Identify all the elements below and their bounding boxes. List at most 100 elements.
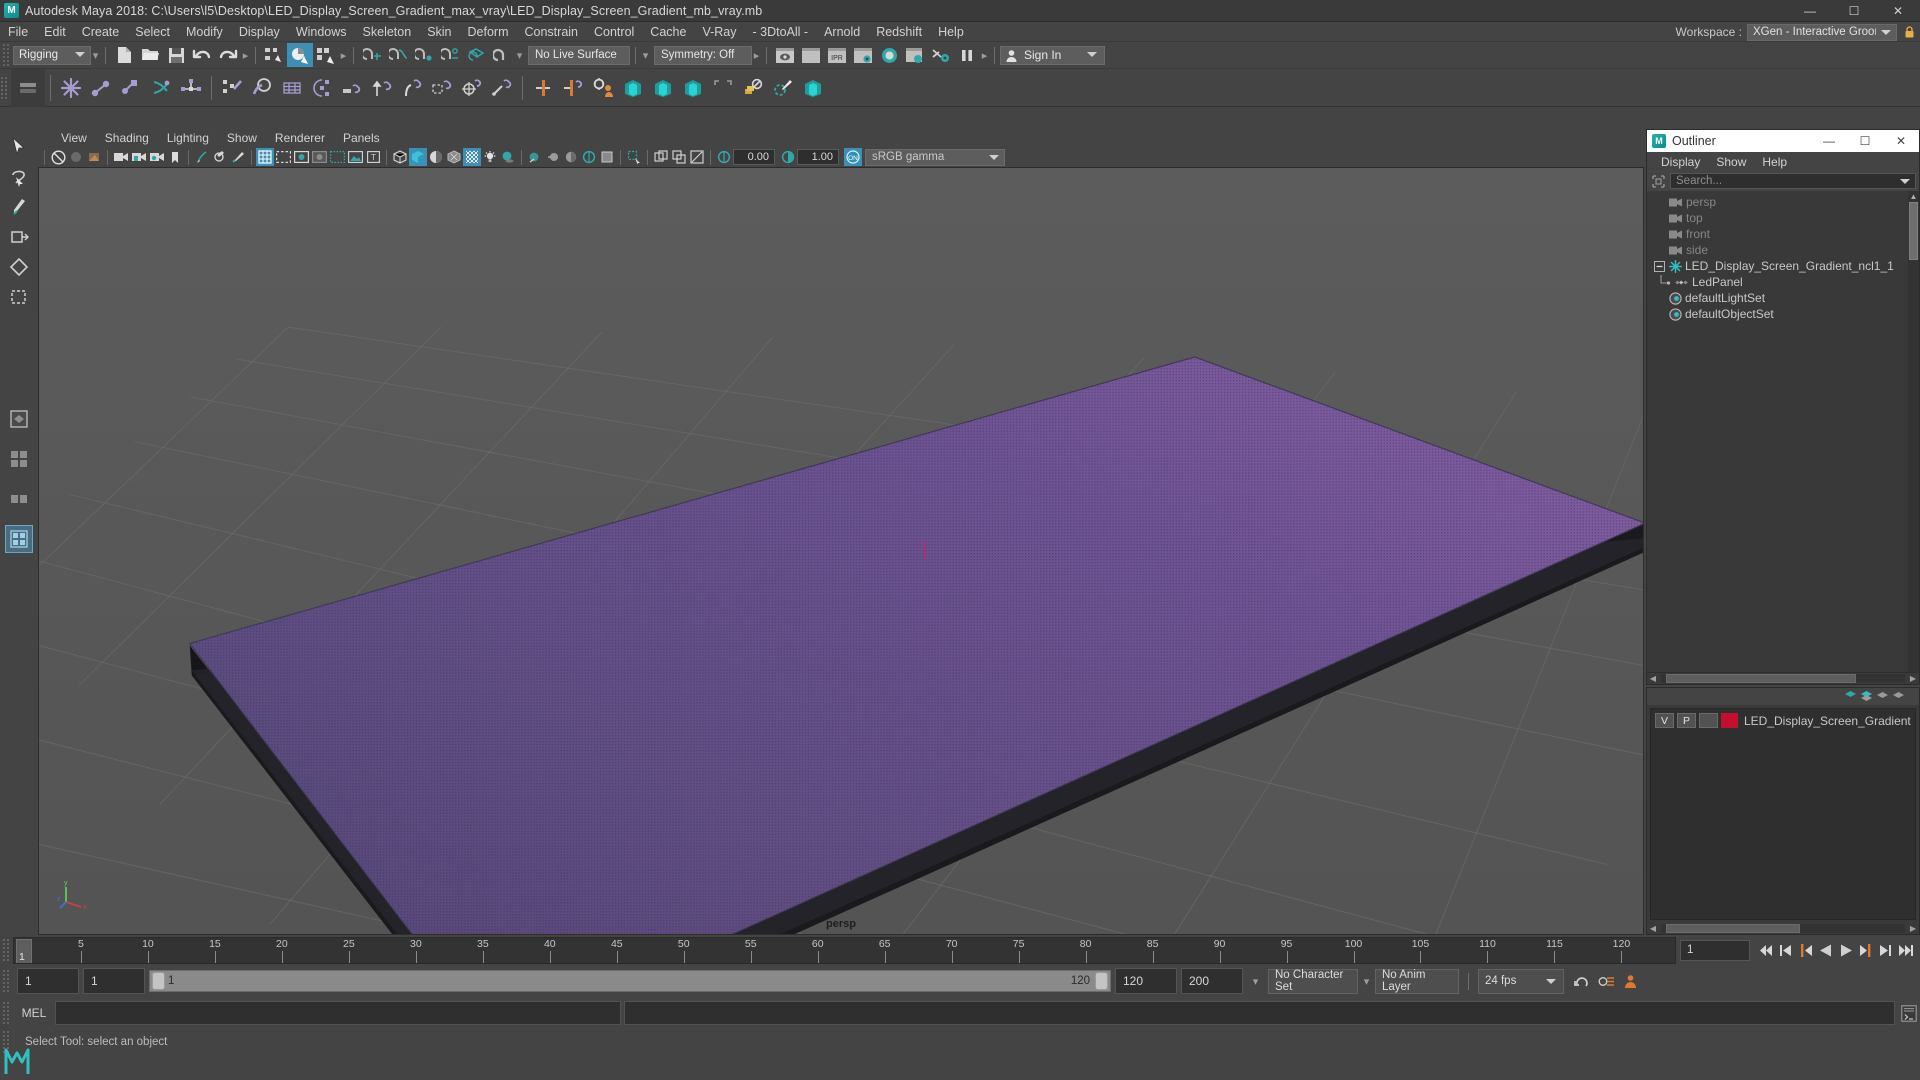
rotate-tool-icon[interactable] (5, 253, 33, 281)
scroll-left-arrow-icon[interactable]: ◀ (1647, 923, 1659, 934)
animation-preferences-icon[interactable] (1596, 969, 1616, 993)
lock-icon[interactable] (1902, 24, 1916, 40)
expand-arrow-icon[interactable]: ▸ (241, 47, 250, 64)
outliner-item-led-display-screen-gradient-ncl1-1[interactable]: LED_Display_Screen_Gradient_ncl1_1 (1647, 258, 1919, 274)
motion-blur-icon[interactable] (544, 148, 562, 166)
two-d-pan-zoom-icon[interactable] (193, 148, 211, 166)
exposure-field[interactable]: 0.00 (733, 149, 775, 165)
time-slider-gripper[interactable] (2, 938, 10, 962)
scroll-left-arrow-icon[interactable]: ◀ (1647, 673, 1659, 684)
menu-deform[interactable]: Deform (460, 22, 517, 42)
menu-vray[interactable]: V-Ray (694, 22, 744, 42)
interactive-bind-icon[interactable] (247, 71, 277, 105)
render-settings-icon[interactable] (850, 43, 876, 67)
maximize-button[interactable]: ☐ (1832, 0, 1876, 22)
expand-arrow-icon[interactable]: ▾ (1362, 973, 1371, 990)
xgen-collection-icon[interactable] (678, 71, 708, 105)
select-by-component-icon[interactable] (313, 43, 339, 67)
redo-icon[interactable] (215, 43, 241, 67)
go-to-start-icon[interactable] (1756, 938, 1776, 962)
select-camera-icon[interactable] (49, 148, 67, 166)
close-button[interactable]: ✕ (1876, 0, 1920, 22)
color-management-dropdown[interactable]: sRGB gamma (865, 148, 1005, 166)
current-frame-field[interactable]: 1 (1680, 939, 1750, 961)
lasso-select-tool-icon[interactable] (5, 163, 33, 191)
clear-view-icon[interactable] (688, 148, 706, 166)
xgen-preview-icon[interactable] (798, 71, 828, 105)
render-current-frame-icon[interactable] (798, 43, 824, 67)
step-forward-frame-icon[interactable] (1856, 938, 1876, 962)
gamma-reset-icon[interactable] (779, 148, 797, 166)
step-back-keyframe-icon[interactable] (1776, 938, 1796, 962)
snap-projected-center-icon[interactable] (437, 43, 463, 67)
xgen-mask-icon[interactable] (738, 71, 768, 105)
chevron-down-icon[interactable] (984, 149, 1004, 165)
menuset-dropdown[interactable]: Rigging (13, 45, 91, 65)
wireframe-icon[interactable] (391, 148, 409, 166)
save-scene-icon[interactable] (163, 43, 189, 67)
menu-skeleton[interactable]: Skeleton (355, 22, 420, 42)
select-tool-icon[interactable] (5, 133, 33, 161)
grease-pencil-icon[interactable] (211, 148, 229, 166)
play-backwards-icon[interactable] (1816, 938, 1836, 962)
snap-grid-icon[interactable] (359, 43, 385, 67)
range-slider-gripper[interactable] (2, 969, 10, 993)
oil-paint-icon[interactable] (229, 148, 247, 166)
menu-windows[interactable]: Windows (288, 22, 355, 42)
anim-layer-icon[interactable] (1860, 690, 1873, 704)
depth-of-field-icon[interactable] (580, 148, 598, 166)
color-management-toggle-icon[interactable]: ON (844, 148, 862, 166)
viewport-menu-renderer[interactable]: Renderer (266, 128, 334, 148)
outliner-close-button[interactable]: ✕ (1883, 130, 1919, 152)
outliner-tree[interactable]: persp top front side LED_Display_Screen_… (1647, 191, 1919, 672)
lights-icon[interactable] (481, 148, 499, 166)
single-perspective-layout-icon[interactable] (5, 405, 33, 433)
orient-constraint-icon[interactable] (397, 71, 427, 105)
chevron-down-icon[interactable] (1895, 174, 1915, 189)
film-gate-icon[interactable] (274, 148, 292, 166)
layer-color-swatch[interactable] (1721, 713, 1738, 728)
outliner-item-top[interactable]: top (1647, 210, 1919, 226)
mirror-skin-weights-icon[interactable] (558, 71, 588, 105)
ipr-render-icon[interactable]: IPR (824, 43, 850, 67)
viewport-settings-icon[interactable] (598, 148, 616, 166)
animation-start-field[interactable]: 1 (17, 968, 79, 994)
camera-settings-icon[interactable] (148, 148, 166, 166)
joint-tool-icon[interactable] (116, 71, 146, 105)
image-plane-icon[interactable] (112, 148, 130, 166)
command-output-field[interactable] (624, 1001, 1895, 1025)
text-overlay-icon[interactable]: T (364, 148, 382, 166)
menu-display[interactable]: Display (231, 22, 288, 42)
camera-attributes-icon[interactable] (85, 148, 103, 166)
resolution-gate-icon[interactable] (292, 148, 310, 166)
outliner-menu-show[interactable]: Show (1708, 152, 1754, 172)
mirror-joint-icon[interactable] (528, 71, 558, 105)
range-end-handle[interactable] (1095, 972, 1108, 990)
play-forwards-icon[interactable] (1836, 938, 1856, 962)
command-line-gripper[interactable] (2, 1001, 10, 1025)
xgen-guide-icon[interactable] (708, 71, 738, 105)
shadows-icon[interactable] (499, 148, 517, 166)
insert-joint-icon[interactable] (86, 71, 116, 105)
undo-icon[interactable] (189, 43, 215, 67)
animation-end-field[interactable]: 200 (1181, 968, 1243, 994)
menu-help[interactable]: Help (930, 22, 972, 42)
shaded-wireframe-icon[interactable] (427, 148, 445, 166)
layer-hscrollbar[interactable]: ◀ ▶ (1647, 923, 1919, 934)
lattice-icon[interactable] (277, 71, 307, 105)
viewport-menu-view[interactable]: View (52, 128, 96, 148)
menu-3dtoall[interactable]: - 3DtoAll - (744, 22, 816, 42)
outliner-maximize-button[interactable]: ☐ (1847, 130, 1883, 152)
textured-icon[interactable] (445, 148, 463, 166)
statusline-gripper[interactable] (2, 43, 10, 67)
move-tool-icon[interactable] (5, 223, 33, 251)
step-forward-keyframe-icon[interactable] (1876, 938, 1896, 962)
menu-modify[interactable]: Modify (178, 22, 231, 42)
outliner-minimize-button[interactable]: — (1811, 130, 1847, 152)
render-view-icon[interactable] (772, 43, 798, 67)
expand-arrow-icon[interactable]: ▸ (339, 47, 348, 64)
viewport-menu-shading[interactable]: Shading (96, 128, 158, 148)
menu-skin[interactable]: Skin (419, 22, 459, 42)
bind-skin-icon[interactable] (217, 71, 247, 105)
xray-icon[interactable] (463, 148, 481, 166)
